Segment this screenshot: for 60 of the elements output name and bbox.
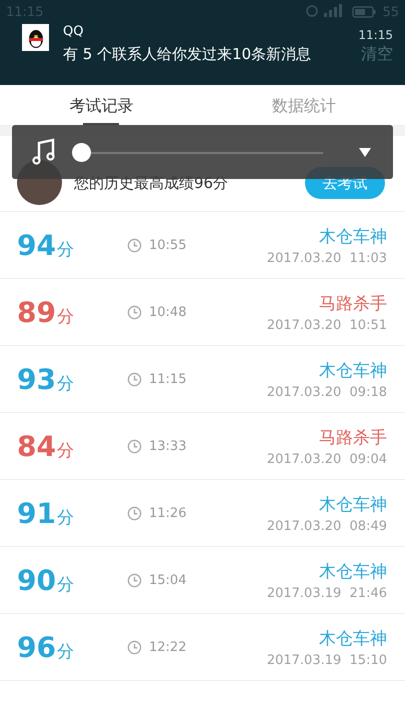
- record-row[interactable]: 84分 13:33 马路杀手 2017.03.20 09:04: [0, 413, 405, 480]
- seek-slider[interactable]: [72, 142, 323, 162]
- record-date: 2017.03.20 09:04: [266, 452, 387, 466]
- record-row[interactable]: 90分 15:04 木仓车神 2017.03.19 21:46: [0, 547, 405, 614]
- score-unit: 分: [56, 640, 74, 662]
- score-unit: 分: [56, 574, 74, 596]
- record-date: 2017.03.20 10:51: [266, 318, 387, 332]
- record-row[interactable]: 91分 11:26 木仓车神 2017.03.20 08:49: [0, 480, 405, 547]
- music-note-icon: [32, 138, 56, 166]
- score-value: 93: [17, 362, 56, 396]
- record-date: 2017.03.20 09:18: [266, 384, 387, 400]
- score-unit: 分: [56, 372, 74, 394]
- clock-icon: [127, 506, 142, 520]
- score-value: 84: [17, 430, 56, 462]
- clock-icon: [127, 438, 142, 454]
- record-row[interactable]: 94分 10:55 木仓车神 2017.03.20 11:03: [0, 212, 405, 279]
- clear-button[interactable]: 清空: [361, 44, 393, 65]
- score-unit: 分: [56, 238, 74, 260]
- clock-icon: [127, 304, 142, 320]
- rank-title: 木仓车神: [319, 360, 387, 382]
- penguin-icon: [22, 24, 49, 51]
- notification-message: 有 5 个联系人给你发过来10条新消息: [63, 45, 312, 64]
- notification-title: QQ: [63, 24, 84, 39]
- score-value: 96: [17, 630, 56, 664]
- rank-title: 木仓车神: [319, 560, 387, 582]
- clock-icon: [127, 640, 142, 654]
- rank-title: 马路杀手: [319, 292, 387, 314]
- notification-time: 11:15: [358, 28, 393, 42]
- record-row[interactable]: 96分 12:22 木仓车神 2017.03.19 15:10: [0, 614, 405, 681]
- record-row[interactable]: 93分 11:15 木仓车神 2017.03.20 09:18: [0, 346, 405, 413]
- record-date: 2017.03.20 11:03: [266, 250, 387, 266]
- duration-text: 15:04: [149, 572, 186, 588]
- score-unit: 分: [56, 440, 74, 462]
- score-value: 89: [17, 296, 56, 328]
- score-value: 90: [17, 564, 56, 596]
- tab[interactable]: 考试记录: [0, 85, 202, 125]
- dropdown-icon[interactable]: [359, 148, 371, 156]
- tab[interactable]: 数据统计: [202, 85, 405, 125]
- duration-text: 10:55: [149, 238, 186, 252]
- score-value: 91: [17, 496, 56, 530]
- rank-title: 木仓车神: [319, 226, 387, 248]
- clock-icon: [127, 238, 142, 252]
- clock-icon: [127, 572, 142, 588]
- duration-text: 12:22: [149, 640, 186, 654]
- rank-title: 木仓车神: [319, 494, 387, 516]
- record-date: 2017.03.19 15:10: [266, 652, 387, 668]
- rank-title: 马路杀手: [319, 426, 387, 448]
- best-score-text: 您的历史最高成绩96分: [74, 174, 230, 194]
- score-value: 94: [17, 228, 56, 262]
- record-date: 2017.03.20 08:49: [266, 518, 387, 534]
- duration-text: 11:15: [149, 372, 186, 386]
- score-unit: 分: [56, 306, 74, 328]
- clock-icon: [127, 372, 142, 386]
- score-unit: 分: [56, 506, 74, 528]
- duration-text: 10:48: [149, 304, 186, 320]
- duration-text: 11:26: [149, 506, 186, 520]
- duration-text: 13:33: [149, 438, 186, 454]
- record-row[interactable]: 89分 10:48 马路杀手 2017.03.20 10:51: [0, 279, 405, 346]
- record-date: 2017.03.19 21:46: [266, 586, 387, 600]
- rank-title: 木仓车神: [319, 628, 387, 650]
